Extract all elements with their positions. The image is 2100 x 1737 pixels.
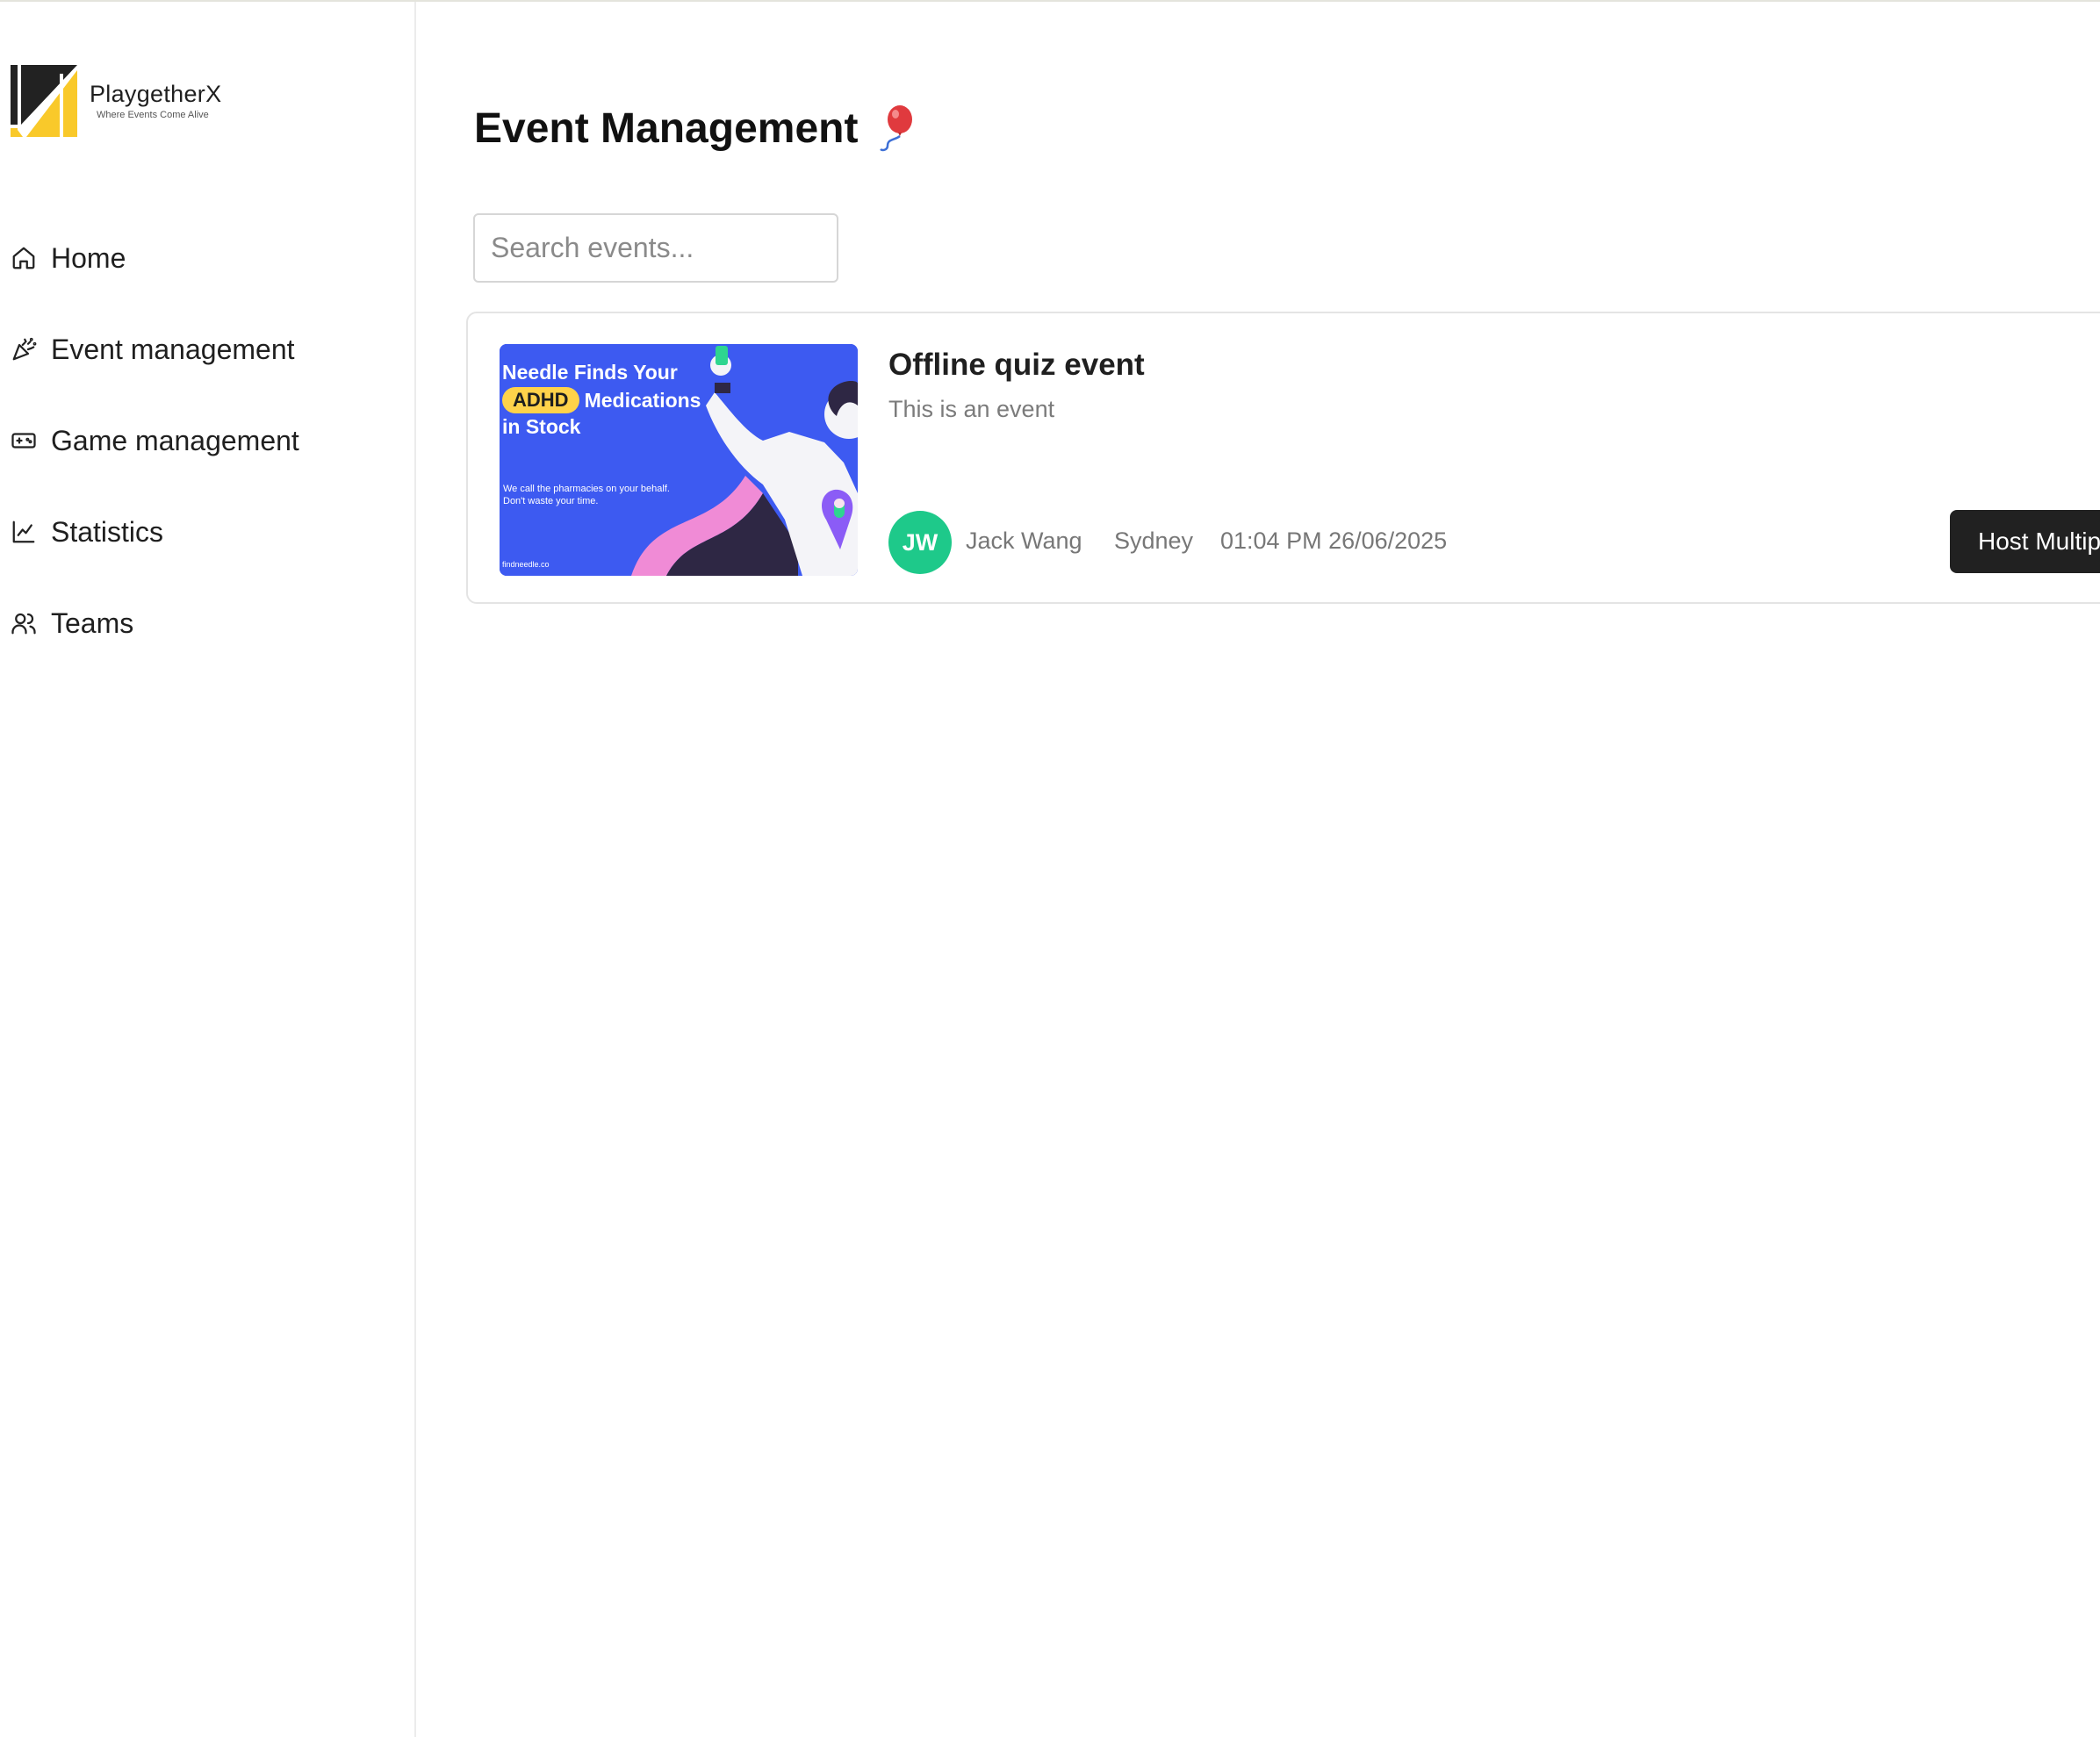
sidebar-item-teams[interactable]: Teams [0, 578, 414, 669]
thumbnail-headline-2-text: Medications [584, 388, 701, 412]
thumbnail-url: findneedle.co [502, 560, 550, 569]
app-name: PlaygetherX [90, 80, 222, 107]
thumbnail-subtext-2: Don't waste your time. [503, 496, 599, 506]
balloon-icon [880, 105, 913, 152]
event-location: Sydney [1114, 528, 1194, 554]
event-title[interactable]: Offline quiz event [888, 348, 1145, 383]
search-input[interactable] [473, 213, 838, 283]
sidebar-nav: Home Event management Game management St… [0, 212, 414, 669]
party-popper-icon [11, 336, 37, 362]
thumbnail-subtext: We call the pharmacies on your behalf. D… [503, 483, 670, 507]
page-title: Event Management [474, 104, 916, 153]
users-icon [11, 610, 37, 636]
logo-mark-icon [11, 65, 77, 137]
sidebar-item-label: Statistics [51, 515, 164, 548]
app-logo[interactable]: PlaygetherX Where Events Come Alive [11, 65, 221, 137]
sidebar-item-label: Event management [51, 333, 295, 365]
event-thumbnail[interactable]: Needle Finds Your ADHD Medications in St… [500, 344, 858, 576]
sidebar-item-game-management[interactable]: Game management [0, 395, 414, 486]
thumbnail-headline-1: Needle Finds Your [502, 361, 678, 384]
host-multiplayer-button[interactable]: Host Multip [1950, 510, 2100, 573]
thumbnail-headline-2: ADHD Medications [502, 387, 701, 413]
sidebar-item-home[interactable]: Home [0, 212, 414, 304]
event-host-name: Jack Wang [966, 528, 1082, 554]
sidebar-item-label: Home [51, 241, 126, 274]
sidebar-item-label: Game management [51, 424, 299, 456]
event-datetime: 01:04 PM 26/06/2025 [1220, 528, 1448, 554]
sidebar: PlaygetherX Where Events Come Alive Home… [0, 2, 416, 1737]
home-icon [11, 245, 37, 271]
event-description: This is an event [888, 396, 1055, 422]
event-card[interactable]: Needle Finds Your ADHD Medications in St… [466, 312, 2100, 604]
sidebar-item-event-management[interactable]: Event management [0, 304, 414, 395]
thumbnail-subtext-1: We call the pharmacies on your behalf. [503, 484, 670, 494]
app-tagline: Where Events Come Alive [97, 109, 209, 120]
sidebar-item-label: Teams [51, 607, 134, 639]
line-chart-icon [11, 519, 37, 545]
gamepad-icon [11, 427, 37, 454]
page-title-text: Event Management [474, 104, 859, 152]
avatar: JW [888, 511, 952, 574]
thumbnail-headline-3: in Stock [502, 415, 581, 438]
logo-text: PlaygetherX Where Events Come Alive [90, 80, 222, 120]
thumbnail-badge: ADHD [502, 387, 579, 413]
sidebar-item-statistics[interactable]: Statistics [0, 486, 414, 578]
